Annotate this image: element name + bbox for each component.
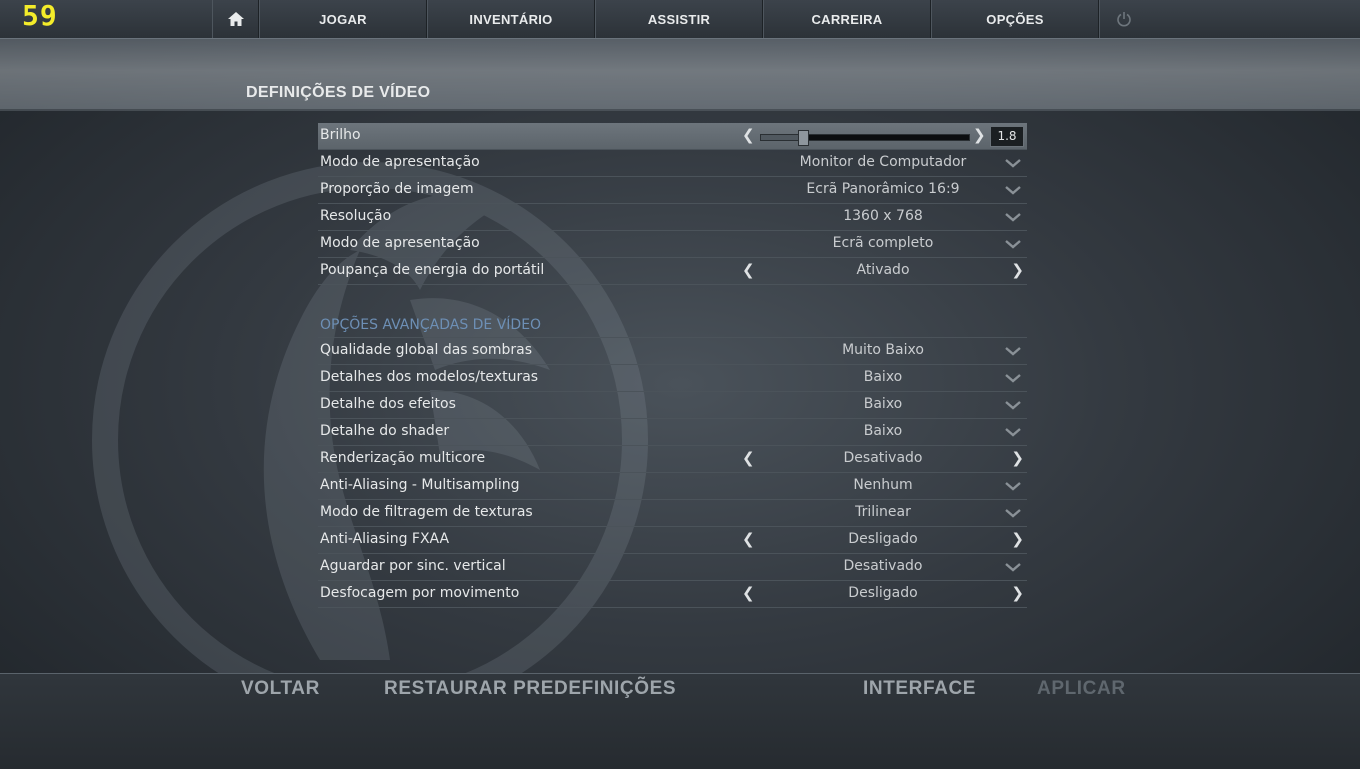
home-icon [227,12,244,26]
setting-label: Desfocagem por movimento [320,585,520,601]
setting-label: Anti-Aliasing - Multisampling [320,477,520,493]
setting-row[interactable]: Anti-Aliasing - Multisampling Nenhum [318,473,1027,500]
setting-row[interactable]: Modo de apresentação Ecrã completo [318,231,1027,258]
setting-label: Renderização multicore [320,450,486,466]
header-band [0,39,1360,111]
setting-label: Brilho [320,127,361,143]
setting-value: Nenhum [853,477,913,493]
chevron-down-icon[interactable] [1005,237,1021,251]
setting-label: Detalhe dos efeitos [320,396,456,412]
setting-row[interactable]: Detalhe do shader Baixo [318,419,1027,446]
setting-value: Desativado [843,558,923,574]
section-title-text: OPÇÕES AVANÇADAS DE VÍDEO [320,317,542,333]
power-icon [1116,12,1131,27]
chevron-down-icon[interactable] [1005,398,1021,412]
brightness-value[interactable]: 1.8 [990,126,1024,147]
setting-value: Desligado [848,585,918,601]
previous-option-arrow-icon[interactable]: ❮ [742,261,755,279]
setting-value: Baixo [863,396,903,412]
video-settings-panel: Brilho ❮ ❯ 1.8 Modo de apresentação Monit… [318,123,1027,608]
chevron-down-icon[interactable] [1005,156,1021,170]
chevron-down-icon[interactable] [1005,479,1021,493]
chevron-down-icon[interactable] [1005,506,1021,520]
setting-row[interactable]: Proporção de imagem Ecrã Panorâmico 16:9 [318,177,1027,204]
main-nav: JOGAR INVENTÁRIO ASSISTIR CARREIRA OPÇÕE… [212,0,1147,38]
back-button[interactable]: VOLTAR [241,678,320,700]
setting-row[interactable]: Poupança de energia do portátil Ativado ❮ ❯ [318,258,1027,285]
setting-value: 1360 x 768 [843,208,923,224]
setting-row[interactable]: Resolução 1360 x 768 [318,204,1027,231]
interface-button[interactable]: INTERFACE [863,678,976,700]
setting-value: Ecrã Panorâmico 16:9 [806,181,960,197]
setting-label: Poupança de energia do portátil [320,262,545,278]
setting-label: Modo de apresentação [320,154,480,170]
chevron-down-icon[interactable] [1005,210,1021,224]
setting-row[interactable]: Anti-Aliasing FXAA Desligado ❮ ❯ [318,527,1027,554]
increase-arrow-icon[interactable]: ❯ [973,126,986,144]
setting-label: Qualidade global das sombras [320,342,533,358]
setting-value: Monitor de Computador [799,154,967,170]
setting-value: Ativado [856,262,910,278]
setting-label: Proporção de imagem [320,181,474,197]
nav-inventory[interactable]: INVENTÁRIO [427,0,595,38]
setting-label: Modo de filtragem de texturas [320,504,533,520]
chevron-down-icon[interactable] [1005,371,1021,385]
setting-value: Trilinear [855,504,911,520]
setting-value: Ecrã completo [832,235,934,251]
section-title-advanced: OPÇÕES AVANÇADAS DE VÍDEO [318,299,1027,338]
chevron-down-icon[interactable] [1005,183,1021,197]
nav-play[interactable]: JOGAR [259,0,427,38]
setting-label: Detalhe do shader [320,423,450,439]
setting-label: Aguardar por sinc. vertical [320,558,506,574]
setting-value: Baixo [863,369,903,385]
setting-label: Resolução [320,208,392,224]
nav-options[interactable]: OPÇÕES [931,0,1099,38]
setting-value: Baixo [863,423,903,439]
apply-button[interactable]: APLICAR [1037,678,1126,700]
next-option-arrow-icon[interactable]: ❯ [1011,261,1024,279]
fps-counter: 59 [22,0,58,32]
setting-value: Muito Baixo [842,342,924,358]
setting-label: Anti-Aliasing FXAA [320,531,450,547]
setting-row-brightness[interactable]: Brilho ❮ ❯ 1.8 [318,123,1027,150]
setting-label: Detalhes dos modelos/texturas [320,369,539,385]
chevron-down-icon[interactable] [1005,344,1021,358]
decrease-arrow-icon[interactable]: ❮ [742,126,755,144]
nav-watch[interactable]: ASSISTIR [595,0,763,38]
footer-bar [0,673,1360,769]
setting-row[interactable]: Aguardar por sinc. vertical Desativado [318,554,1027,581]
setting-row[interactable]: Desfocagem por movimento Desligado ❮ ❯ [318,581,1027,608]
setting-row[interactable]: Modo de filtragem de texturas Trilinear [318,500,1027,527]
chevron-down-icon[interactable] [1005,425,1021,439]
next-option-arrow-icon[interactable]: ❯ [1011,449,1024,467]
page-title: DEFINIÇÕES DE VÍDEO [246,84,431,101]
setting-value: Desativado [843,450,923,466]
setting-label: Modo de apresentação [320,235,480,251]
power-button[interactable] [1099,0,1147,38]
slider-fill [761,135,803,140]
restore-defaults-button[interactable]: RESTAURAR PREDEFINIÇÕES [384,678,676,700]
setting-row[interactable]: Modo de apresentação Monitor de Computado… [318,150,1027,177]
slider-handle[interactable] [797,130,809,146]
previous-option-arrow-icon[interactable]: ❮ [742,449,755,467]
brightness-slider[interactable] [760,130,970,146]
next-option-arrow-icon[interactable]: ❯ [1011,584,1024,602]
top-navigation-bar: 59 JOGAR INVENTÁRIO ASSISTIR CARREIRA OP… [0,0,1360,39]
next-option-arrow-icon[interactable]: ❯ [1011,530,1024,548]
home-button[interactable] [212,0,259,38]
setting-value: Desligado [848,531,918,547]
previous-option-arrow-icon[interactable]: ❮ [742,530,755,548]
previous-option-arrow-icon[interactable]: ❮ [742,584,755,602]
nav-career[interactable]: CARREIRA [763,0,931,38]
setting-row[interactable]: Detalhes dos modelos/texturas Baixo [318,365,1027,392]
chevron-down-icon[interactable] [1005,560,1021,574]
setting-row[interactable]: Qualidade global das sombras Muito Baixo [318,338,1027,365]
setting-row[interactable]: Detalhe dos efeitos Baixo [318,392,1027,419]
setting-row[interactable]: Renderização multicore Desativado ❮ ❯ [318,446,1027,473]
